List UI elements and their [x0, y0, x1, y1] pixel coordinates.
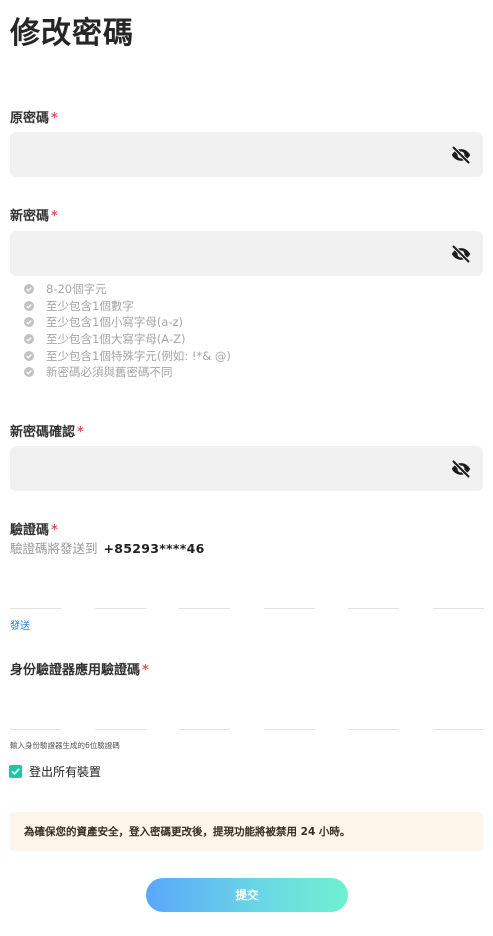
password-rule: 新密碼必須與舊密碼不同 [24, 364, 231, 381]
logout-all-devices-option[interactable]: 登出所有裝置 [9, 763, 101, 780]
old-password-label: 原密碼 * [10, 107, 58, 126]
password-rule: 8-20個字元 [24, 281, 231, 298]
required-mark: * [142, 663, 149, 678]
check-circle-icon [24, 300, 34, 311]
password-rule-text: 至少包含1個小寫字母(a-z) [46, 315, 184, 330]
authenticator-code-label-text: 身份驗證器應用驗證碼 [10, 663, 141, 678]
new-password-label: 新密碼 * [10, 205, 58, 224]
new-password-field[interactable] [10, 231, 483, 276]
security-notice: 為確保您的資產安全，登入密碼更改後，提現功能將被禁用 24 小時。 [10, 812, 483, 851]
confirm-password-field[interactable] [10, 446, 483, 491]
password-rule-text: 新密碼必須與舊密碼不同 [46, 365, 173, 380]
check-circle-icon [24, 317, 34, 328]
otp-digit-input[interactable] [94, 580, 146, 609]
authenticator-code-label: 身份驗證器應用驗證碼 * [10, 659, 149, 678]
send-code-link[interactable]: 發送 [10, 617, 30, 632]
otp-digit-input[interactable] [94, 701, 146, 730]
confirm-password-label-text: 新密碼確認 [10, 425, 76, 440]
password-rule-text: 至少包含1個數字 [46, 298, 134, 313]
otp-digit-input[interactable] [179, 701, 231, 730]
otp-digit-input[interactable] [263, 701, 315, 730]
check-circle-icon [24, 367, 34, 378]
verification-code-label: 驗證碼 * [10, 519, 58, 538]
old-password-label-text: 原密碼 [10, 111, 50, 126]
masked-phone-number: +85293****46 [103, 541, 205, 556]
password-rule-text: 至少包含1個大寫字母(A-Z) [46, 332, 186, 347]
otp-digit-input[interactable] [10, 701, 61, 730]
verification-destination: 驗證碼將發送到 +85293****46 [10, 538, 205, 557]
checkmark-icon [11, 768, 20, 775]
authenticator-code-inputs [10, 701, 484, 730]
verification-prefix: 驗證碼將發送到 [10, 541, 98, 556]
check-circle-icon [24, 284, 34, 295]
security-notice-text: 為確保您的資產安全，登入密碼更改後，提現功能將被禁用 24 小時。 [24, 826, 351, 838]
otp-digit-input[interactable] [179, 580, 231, 609]
check-circle-icon [24, 334, 34, 345]
eye-slash-icon[interactable] [451, 145, 471, 165]
otp-digit-input[interactable] [432, 580, 484, 609]
required-mark: * [51, 209, 58, 224]
otp-digit-input[interactable] [263, 580, 315, 609]
check-circle-icon [24, 350, 34, 361]
password-rule-text: 8-20個字元 [46, 282, 107, 297]
eye-slash-icon[interactable] [451, 459, 471, 479]
password-rule-text: 至少包含1個特殊字元(例如: !*& @) [46, 348, 231, 363]
otp-digit-input[interactable] [432, 701, 484, 730]
submit-button[interactable]: 提交 [146, 878, 348, 912]
eye-slash-icon[interactable] [451, 244, 471, 264]
new-password-label-text: 新密碼 [10, 209, 50, 224]
logout-all-checkbox[interactable] [9, 765, 22, 778]
logout-all-label: 登出所有裝置 [29, 765, 102, 779]
password-rules-list: 8-20個字元 至少包含1個數字 至少包含1個小寫字母(a-z) 至少包含1個大… [24, 281, 231, 381]
required-mark: * [51, 111, 58, 126]
required-mark: * [77, 425, 84, 440]
required-mark: * [51, 523, 58, 538]
verification-code-label-text: 驗證碼 [10, 523, 50, 538]
password-rule: 至少包含1個數字 [24, 298, 231, 315]
password-rule: 至少包含1個特殊字元(例如: !*& @) [24, 347, 231, 364]
otp-digit-input[interactable] [348, 580, 400, 609]
password-rule: 至少包含1個小寫字母(a-z) [24, 314, 231, 331]
verification-code-inputs [10, 580, 484, 609]
otp-digit-input[interactable] [348, 701, 400, 730]
old-password-field[interactable] [10, 132, 483, 177]
confirm-password-label: 新密碼確認 * [10, 421, 84, 440]
authenticator-hint: 輸入身份驗證器生成的6位驗證碼 [10, 741, 120, 750]
password-rule: 至少包含1個大寫字母(A-Z) [24, 331, 231, 348]
otp-digit-input[interactable] [10, 580, 61, 609]
page-title: 修改密碼 [10, 16, 134, 51]
